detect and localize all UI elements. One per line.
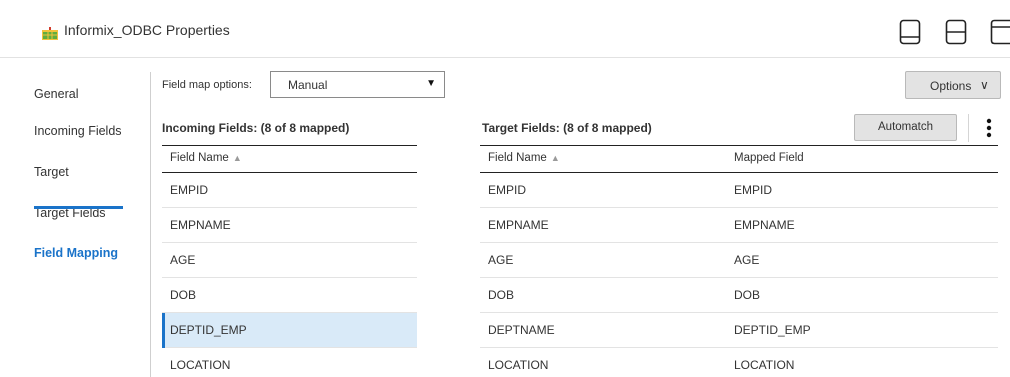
- incoming-field-name: EMPID: [170, 183, 209, 197]
- target-header-rule: [480, 145, 998, 146]
- nav-item-general[interactable]: General: [34, 87, 78, 101]
- informix-table-icon: [42, 27, 58, 40]
- target-field-name: EMPNAME: [488, 218, 549, 232]
- field-map-options-select[interactable]: Manual ▼: [270, 71, 445, 98]
- target-row[interactable]: DOB DOB: [480, 278, 998, 313]
- target-fields-title: Target Fields: (8 of 8 mapped): [482, 121, 652, 135]
- nav-item-target[interactable]: Target: [34, 165, 69, 179]
- incoming-field-name: LOCATION: [170, 358, 231, 372]
- incoming-row[interactable]: DOB: [162, 278, 417, 313]
- sort-asc-icon: ▲: [550, 153, 560, 163]
- incoming-col-field-name-label: Field Name: [170, 152, 229, 164]
- target-field-name: LOCATION: [488, 358, 549, 372]
- incoming-field-name: EMPNAME: [170, 218, 231, 232]
- target-field-name: DOB: [488, 288, 515, 302]
- active-nav-underline: [34, 206, 123, 209]
- target-row[interactable]: EMPNAME EMPNAME: [480, 208, 998, 243]
- incoming-row[interactable]: EMPNAME: [162, 208, 417, 243]
- split-horizontal-icon[interactable]: [945, 19, 967, 45]
- selection-indicator: [162, 313, 165, 348]
- target-row[interactable]: LOCATION LOCATION: [480, 348, 998, 377]
- incoming-field-name: DOB: [170, 288, 197, 302]
- incoming-row-selected[interactable]: DEPTID_EMP: [162, 313, 417, 348]
- options-button[interactable]: Options ∨: [905, 71, 1001, 99]
- target-field-name: DEPTNAME: [488, 323, 555, 337]
- mapped-field: DEPTID_EMP: [734, 323, 811, 337]
- incoming-header-rule: [162, 145, 417, 146]
- toolbar-separator: [968, 114, 969, 142]
- nav-divider: [150, 72, 151, 377]
- incoming-field-name: AGE: [170, 253, 196, 267]
- target-field-name: EMPID: [488, 183, 527, 197]
- properties-nav: General Incoming Fields Target Target Fi…: [0, 58, 150, 377]
- field-map-options-value: Manual: [288, 78, 328, 92]
- nav-item-field-mapping[interactable]: Field Mapping: [34, 246, 118, 260]
- more-vertical-icon[interactable]: [979, 114, 999, 142]
- target-row[interactable]: EMPID EMPID: [480, 173, 998, 208]
- incoming-field-name: DEPTID_EMP: [170, 323, 247, 337]
- incoming-row[interactable]: EMPID: [162, 173, 417, 208]
- mapped-field: AGE: [734, 253, 760, 267]
- options-button-label: Options: [930, 79, 972, 93]
- mapped-field: EMPNAME: [734, 218, 795, 232]
- target-row[interactable]: DEPTNAME DEPTID_EMP: [480, 313, 998, 348]
- incoming-fields-title: Incoming Fields: (8 of 8 mapped): [162, 121, 350, 135]
- automatch-button[interactable]: Automatch: [854, 114, 957, 141]
- properties-header: Informix_ODBC Properties: [0, 0, 1010, 58]
- mapped-field: EMPID: [734, 183, 773, 197]
- dock-bottom-icon[interactable]: [899, 19, 921, 45]
- panel-title: Informix_ODBC Properties: [64, 22, 230, 38]
- dock-right-icon[interactable]: [990, 19, 1010, 45]
- field-map-options-label: Field map options:: [162, 79, 252, 91]
- target-col-field-name[interactable]: Field Name ▲: [488, 152, 560, 164]
- target-row[interactable]: AGE AGE: [480, 243, 998, 278]
- automatch-button-label: Automatch: [878, 121, 933, 133]
- sort-asc-icon: ▲: [232, 153, 242, 163]
- dropdown-caret-icon: ▼: [426, 78, 436, 89]
- incoming-row[interactable]: LOCATION: [162, 348, 417, 377]
- target-col-mapped-field[interactable]: Mapped Field: [734, 152, 804, 164]
- incoming-col-field-name[interactable]: Field Name ▲: [170, 152, 242, 164]
- mapped-field: DOB: [734, 288, 761, 302]
- chevron-down-icon: ∨: [980, 78, 989, 92]
- target-field-name: AGE: [488, 253, 514, 267]
- target-col-field-name-label: Field Name: [488, 152, 547, 164]
- nav-item-incoming-fields[interactable]: Incoming Fields: [34, 124, 122, 138]
- incoming-row[interactable]: AGE: [162, 243, 417, 278]
- mapped-field: LOCATION: [734, 358, 795, 372]
